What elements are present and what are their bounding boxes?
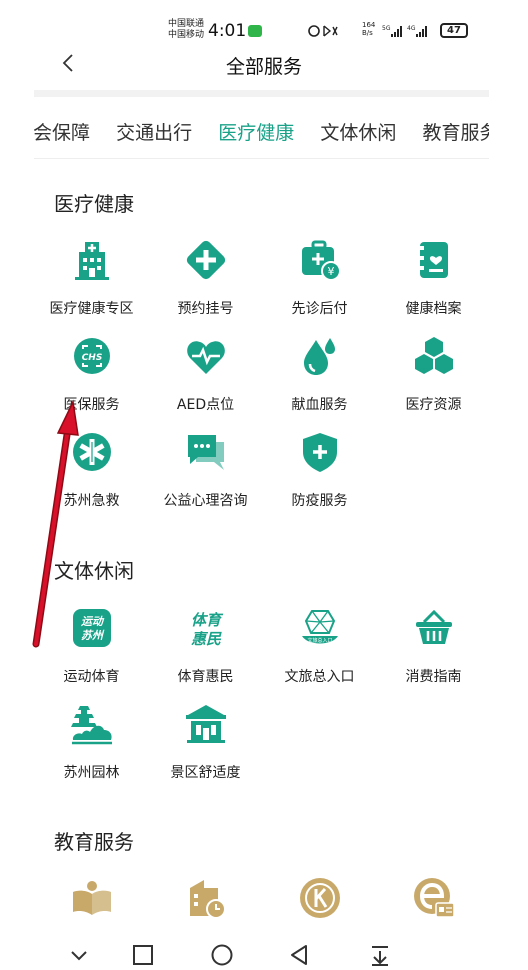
service-sports[interactable]: 运动 苏州 运动体育 bbox=[34, 606, 149, 686]
open-book-person-icon bbox=[72, 881, 111, 915]
service-sports-benefit[interactable]: 体育 惠民 体育惠民 bbox=[148, 606, 263, 686]
carrier-2: 中国移动 bbox=[168, 30, 205, 40]
service-medical-zone[interactable]: 医疗健康专区 bbox=[34, 238, 149, 318]
system-status-icons bbox=[308, 25, 338, 37]
service-label: 防疫服务 bbox=[291, 493, 348, 509]
svg-text:5G: 5G bbox=[382, 25, 391, 32]
service-psych-counseling[interactable]: 公益心理咨询 bbox=[148, 430, 263, 510]
service-label: 体育惠民 bbox=[177, 669, 234, 685]
medical-cross-icon bbox=[186, 240, 225, 280]
service-epidemic-prevention[interactable]: 防疫服务 bbox=[262, 430, 377, 510]
service-label: 先诊后付 bbox=[291, 301, 348, 317]
e-card-icon bbox=[413, 878, 455, 918]
service-label: 预约挂号 bbox=[177, 301, 234, 317]
service-label: 献血服务 bbox=[291, 397, 348, 413]
section-title-medical: 医疗健康 bbox=[54, 192, 134, 216]
service-appointment[interactable]: 预约挂号 bbox=[148, 238, 263, 318]
tabs-divider bbox=[34, 158, 489, 159]
tab-education[interactable]: 教育服务 bbox=[422, 118, 489, 145]
tab-social-security[interactable]: 社会保障 bbox=[34, 118, 90, 145]
tab-culture-leisure[interactable]: 文体休闲 bbox=[320, 118, 396, 145]
service-education-4[interactable] bbox=[376, 876, 491, 924]
sports-benefit-logo-icon: 体育 惠民 bbox=[190, 611, 223, 648]
service-label: 景区舒适度 bbox=[170, 765, 241, 781]
star-of-life-icon bbox=[72, 433, 111, 471]
svg-text:4G: 4G bbox=[407, 25, 416, 32]
section-title-culture: 文体休闲 bbox=[54, 559, 134, 583]
service-scenic-comfort[interactable]: 景区舒适度 bbox=[148, 702, 263, 782]
page-title: 全部服务 bbox=[225, 56, 302, 78]
chs-insurance-icon: CHS bbox=[73, 338, 110, 374]
shopping-basket-icon bbox=[415, 609, 452, 644]
network-speed-value: 164 bbox=[362, 21, 376, 29]
tab-medical-health[interactable]: 医疗健康 bbox=[218, 118, 294, 145]
svg-text:苏州: 苏州 bbox=[81, 629, 105, 642]
notification-pulldown-icon[interactable] bbox=[367, 943, 393, 967]
service-medical-resources[interactable]: 医疗资源 bbox=[376, 334, 491, 414]
service-aed-locations[interactable]: AED点位 bbox=[148, 334, 263, 414]
service-label: 医疗资源 bbox=[405, 397, 462, 413]
service-consumer-guide[interactable]: 消费指南 bbox=[376, 606, 491, 686]
home-icon[interactable] bbox=[209, 943, 235, 967]
svg-text:体育: 体育 bbox=[190, 611, 223, 629]
service-culture-tourism[interactable]: 文旅总入口 文旅总入口 bbox=[262, 606, 377, 686]
svg-text:文旅总入口: 文旅总入口 bbox=[307, 637, 332, 644]
k-circle-icon bbox=[299, 878, 340, 918]
blood-drop-icon bbox=[303, 338, 335, 375]
svg-text:运动: 运动 bbox=[81, 615, 105, 628]
recent-apps-icon[interactable] bbox=[130, 943, 156, 967]
service-label: 苏州急救 bbox=[63, 493, 120, 509]
service-label: 消费指南 bbox=[405, 669, 462, 685]
health-record-icon bbox=[419, 242, 448, 278]
network-speed-unit: B/s bbox=[362, 29, 373, 37]
chat-bubbles-icon bbox=[187, 435, 224, 470]
culture-tourism-icon: 文旅总入口 bbox=[301, 610, 338, 644]
service-education-1[interactable] bbox=[34, 876, 149, 924]
service-education-3[interactable] bbox=[262, 876, 377, 924]
service-label: 文旅总入口 bbox=[284, 669, 355, 685]
carrier-1: 中国联通 bbox=[168, 19, 205, 29]
back-triangle-icon[interactable] bbox=[287, 943, 313, 967]
category-tabs: 社会保障 交通出行 医疗健康 文体休闲 教育服务 bbox=[34, 96, 489, 158]
svg-text:惠民: 惠民 bbox=[190, 630, 221, 648]
wechat-notification-icon bbox=[248, 25, 262, 37]
clock: 4:01 bbox=[208, 21, 247, 41]
service-education-2[interactable] bbox=[148, 876, 263, 924]
svg-text:CHS: CHS bbox=[81, 353, 102, 363]
section-title-education: 教育服务 bbox=[54, 830, 134, 854]
service-label: AED点位 bbox=[176, 397, 235, 413]
status-bar: 中国联通 中国移动 4:01 164 B/s 5G 4G 47 bbox=[0, 0, 528, 44]
building-clock-icon bbox=[189, 880, 226, 919]
svg-text:¥: ¥ bbox=[327, 265, 334, 278]
battery-indicator: 47 bbox=[440, 23, 468, 38]
heart-pulse-icon bbox=[186, 341, 225, 374]
shield-plus-icon bbox=[302, 433, 337, 472]
service-label: 运动体育 bbox=[63, 669, 120, 685]
service-health-record[interactable]: 健康档案 bbox=[376, 238, 491, 318]
service-blood-donation[interactable]: 献血服务 bbox=[262, 334, 377, 414]
cubes-icon bbox=[414, 337, 453, 374]
service-suzhou-emergency[interactable]: 苏州急救 bbox=[34, 430, 149, 510]
gate-pavilion-icon bbox=[185, 705, 226, 743]
pagoda-garden-icon bbox=[70, 706, 112, 745]
carrier-info: 中国联通 中国移动 bbox=[168, 19, 204, 41]
service-label: 公益心理咨询 bbox=[163, 493, 248, 509]
hospital-icon bbox=[74, 242, 109, 280]
signal-icons: 5G 4G bbox=[382, 25, 427, 37]
service-pay-later[interactable]: ¥ 先诊后付 bbox=[262, 238, 377, 318]
tab-transportation[interactable]: 交通出行 bbox=[116, 118, 192, 145]
service-label: 医疗健康专区 bbox=[49, 301, 134, 317]
service-suzhou-gardens[interactable]: 苏州园林 bbox=[34, 702, 149, 782]
network-speed: 164 B/s bbox=[362, 21, 375, 37]
collapse-chevron-icon[interactable] bbox=[66, 943, 92, 967]
service-label: 医保服务 bbox=[63, 397, 120, 413]
service-label: 苏州园林 bbox=[63, 765, 120, 781]
suzhou-sports-logo-icon: 运动 苏州 bbox=[72, 609, 111, 647]
medical-kit-payment-icon: ¥ bbox=[301, 240, 341, 281]
service-medical-insurance[interactable]: CHS 医保服务 bbox=[34, 334, 149, 414]
service-label: 健康档案 bbox=[405, 301, 462, 317]
